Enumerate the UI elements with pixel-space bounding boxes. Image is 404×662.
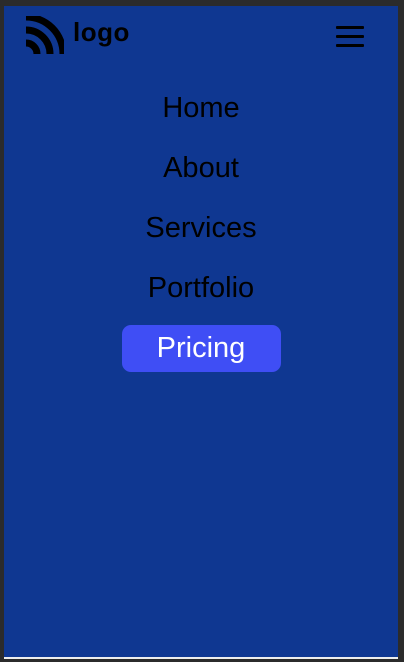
nav-item-home: Home bbox=[162, 78, 239, 138]
menu-bar-middle bbox=[336, 35, 364, 38]
header: logo bbox=[4, 6, 398, 66]
main-nav: Home About Services Portfolio Pricing bbox=[4, 78, 398, 378]
logo-link[interactable]: logo bbox=[26, 16, 130, 54]
nav-link-services[interactable]: Services bbox=[145, 213, 256, 243]
logo-text: logo bbox=[73, 17, 130, 47]
nav-item-pricing: Pricing bbox=[121, 318, 281, 378]
nav-link-pricing[interactable]: Pricing bbox=[121, 324, 281, 372]
nav-item-services: Services bbox=[145, 198, 256, 258]
wifi-arcs-icon bbox=[26, 16, 64, 54]
nav-link-portfolio[interactable]: Portfolio bbox=[148, 273, 254, 303]
mobile-screen: logo Home About Services Portfolio Prici… bbox=[4, 6, 398, 657]
nav-item-about: About bbox=[163, 138, 239, 198]
nav-item-portfolio: Portfolio bbox=[148, 258, 254, 318]
bottom-divider bbox=[4, 657, 398, 659]
nav-link-about[interactable]: About bbox=[163, 153, 239, 183]
menu-bar-top bbox=[336, 26, 364, 29]
menu-bar-bottom bbox=[336, 44, 364, 47]
hamburger-menu-icon[interactable] bbox=[336, 26, 364, 50]
nav-link-home[interactable]: Home bbox=[162, 93, 239, 123]
